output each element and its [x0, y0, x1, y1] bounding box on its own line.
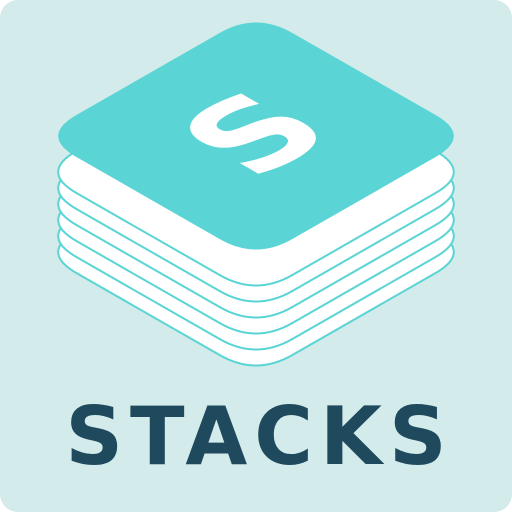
app-icon: S STACKS: [0, 0, 512, 512]
app-name-wordmark: STACKS: [65, 390, 454, 483]
